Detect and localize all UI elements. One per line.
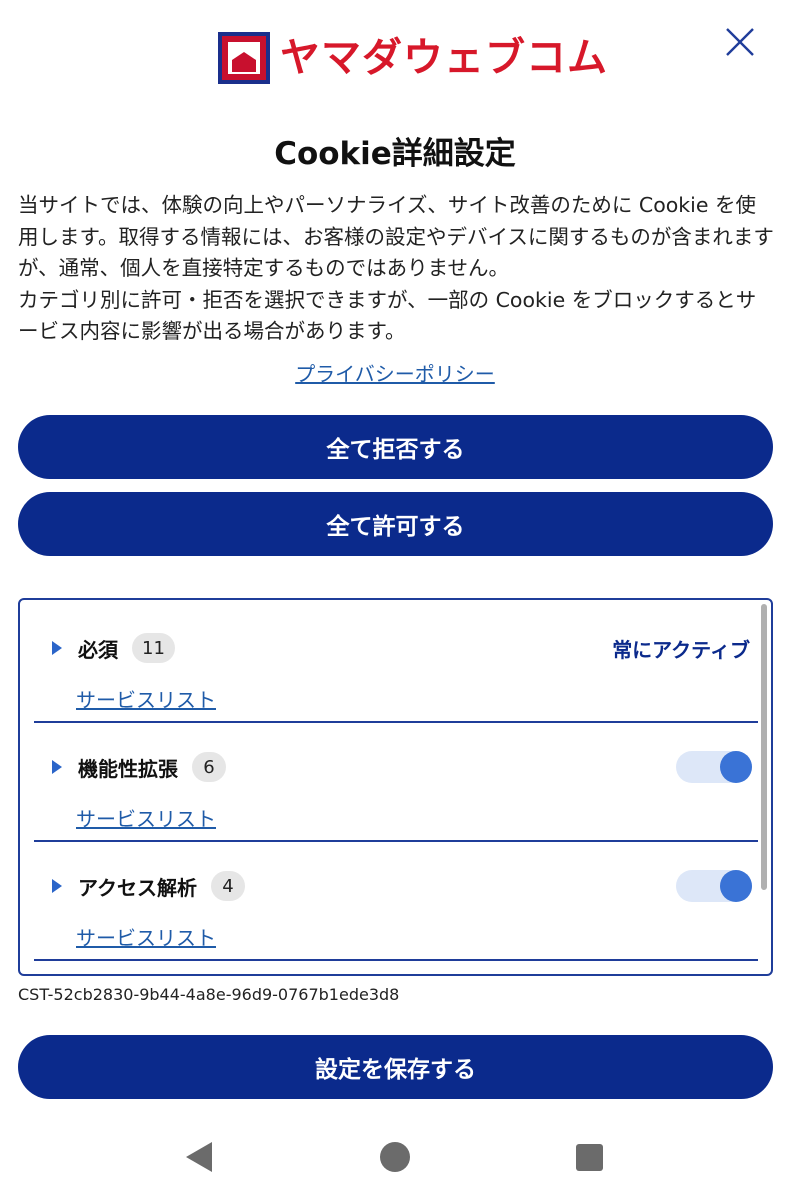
- category-name: 機能性拡張: [78, 756, 178, 781]
- header: ヤマダウェブコム: [0, 0, 790, 110]
- privacy-link-wrap: プライバシーポリシー: [0, 358, 790, 387]
- back-triangle-icon[interactable]: [186, 1142, 212, 1172]
- scrollbar[interactable]: [761, 604, 767, 890]
- reject-all-button[interactable]: 全て拒否する: [18, 415, 773, 479]
- service-list-link[interactable]: サービスリスト: [76, 684, 216, 713]
- accept-all-button[interactable]: 全て許可する: [18, 492, 773, 556]
- count-badge: 4: [211, 871, 245, 901]
- service-list-link[interactable]: サービスリスト: [76, 803, 216, 832]
- expand-caret-icon[interactable]: [52, 760, 62, 774]
- service-list-link[interactable]: サービスリスト: [76, 922, 216, 951]
- expand-caret-icon[interactable]: [52, 879, 62, 893]
- recent-square-icon[interactable]: [576, 1144, 603, 1171]
- count-badge: 6: [192, 752, 226, 782]
- consent-id: CST-52cb2830-9b44-4a8e-96d9-0767b1ede3d8: [18, 985, 400, 1004]
- description-paragraph-2: カテゴリ別に許可・拒否を選択できますが、一部の Cookie をブロックするとサ…: [18, 287, 757, 344]
- category-header: アクセス解析 4: [34, 868, 758, 904]
- privacy-policy-link[interactable]: プライバシーポリシー: [295, 362, 495, 386]
- page-title: Cookie詳細設定: [274, 136, 516, 172]
- description-paragraph-1: 当サイトでは、体験の向上やパーソナライズ、サイト改善のために Cookie を使…: [18, 193, 774, 280]
- android-nav-bar: [0, 1120, 790, 1200]
- expand-caret-icon[interactable]: [52, 641, 62, 655]
- category-required: 必須 11 常にアクティブ サービスリスト: [34, 604, 758, 723]
- category-functional: 機能性拡張 6 サービスリスト: [34, 723, 758, 842]
- category-analytics: アクセス解析 4 サービスリスト: [34, 842, 758, 961]
- toggle-knob: [720, 751, 752, 783]
- yamada-web-com-logo: ヤマダウェブコム: [218, 32, 608, 84]
- toggle-knob: [720, 870, 752, 902]
- close-button[interactable]: [722, 24, 758, 60]
- category-header: 必須 11 常にアクティブ: [34, 630, 758, 666]
- category-name: 必須: [78, 637, 118, 662]
- close-icon: [726, 28, 754, 56]
- home-circle-icon[interactable]: [380, 1142, 410, 1172]
- analytics-toggle[interactable]: [676, 870, 752, 902]
- functional-toggle[interactable]: [676, 751, 752, 783]
- logo-house-icon: [218, 32, 270, 84]
- cookie-category-list: 必須 11 常にアクティブ サービスリスト 機能性拡張 6 サービスリスト アク…: [18, 598, 773, 976]
- logo-text: ヤマダウェブコム: [280, 35, 608, 81]
- always-active-label: 常にアクティブ: [612, 638, 750, 662]
- category-name: アクセス解析: [78, 875, 197, 900]
- save-settings-button[interactable]: 設定を保存する: [18, 1035, 773, 1099]
- category-header: 機能性拡張 6: [34, 749, 758, 785]
- count-badge: 11: [132, 633, 175, 663]
- description: 当サイトでは、体験の向上やパーソナライズ、サイト改善のために Cookie を使…: [18, 190, 774, 348]
